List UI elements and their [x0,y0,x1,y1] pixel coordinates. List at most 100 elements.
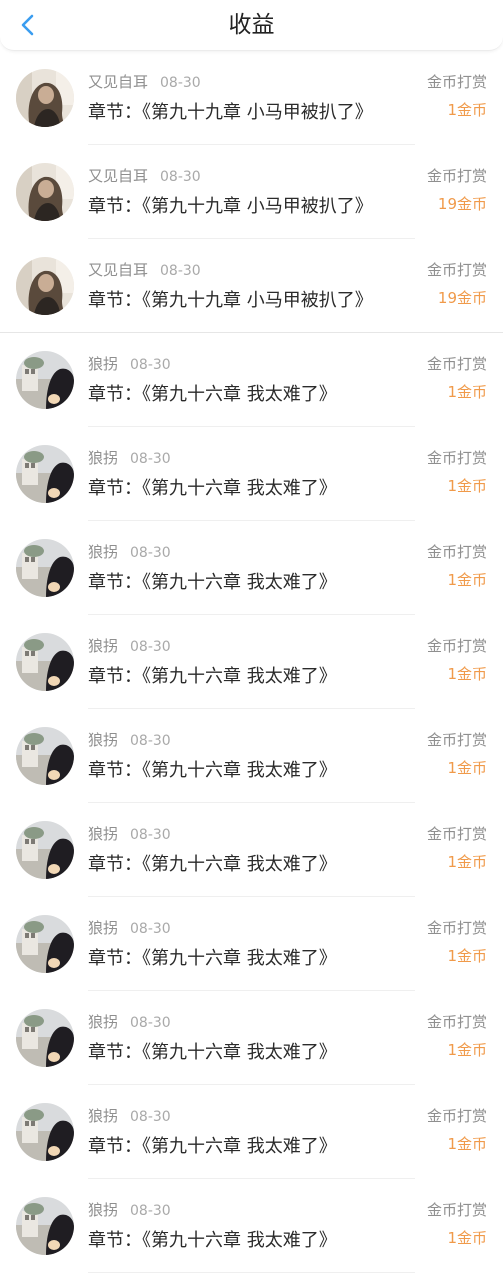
reward-type: 金币打赏 [426,1107,487,1125]
reward-amount: 1金币 [447,759,487,777]
reward-amount: 19金币 [437,289,487,307]
avatar[interactable] [16,633,74,691]
avatar-street-icon [16,821,74,879]
avatar[interactable] [16,69,74,127]
earnings-list: 又见自耳 08-30 章节：《第九十九章 小马甲被扒了》 金币打赏 1金币 又见自… [0,51,503,1273]
reward-amount: 1金币 [447,1229,487,1247]
avatar-street-icon [16,633,74,691]
avatar[interactable] [16,257,74,315]
chapter-title: 章节：《第九十九章 小马甲被扒了》 [88,196,373,217]
reward-amount: 1金币 [447,571,487,589]
user-name: 又见自耳 [88,261,149,279]
avatar[interactable] [16,1197,74,1255]
user-name: 狼拐 [88,543,119,561]
reward-amount: 1金币 [447,477,487,495]
top-bar: 收益 [0,0,503,51]
reward-amount: 1金币 [447,1041,487,1059]
user-name: 狼拐 [88,1107,119,1125]
avatar[interactable] [16,539,74,597]
list-item[interactable]: 狼拐 08-30 章节：《第九十六章 我太难了》 金币打赏 1金币 [0,521,503,615]
avatar-street-icon [16,351,74,409]
user-name: 狼拐 [88,355,119,373]
avatar-street-icon [16,445,74,503]
reward-type: 金币打赏 [426,261,487,279]
chapter-title: 章节：《第九十九章 小马甲被扒了》 [88,102,373,123]
chapter-title: 章节：《第九十六章 我太难了》 [88,854,337,875]
list-item[interactable]: 狼拐 08-30 章节：《第九十六章 我太难了》 金币打赏 1金币 [0,427,503,521]
chapter-title: 章节：《第九十六章 我太难了》 [88,1136,337,1157]
date-label: 08-30 [130,545,171,561]
date-label: 08-30 [130,1203,171,1219]
reward-amount: 19金币 [437,195,487,213]
avatar-street-icon [16,539,74,597]
list-item[interactable]: 狼拐 08-30 章节：《第九十六章 我太难了》 金币打赏 1金币 [0,803,503,897]
list-item[interactable]: 狼拐 08-30 章节：《第九十六章 我太难了》 金币打赏 1金币 [0,1179,503,1273]
avatar[interactable] [16,1103,74,1161]
reward-type: 金币打赏 [426,73,487,91]
avatar[interactable] [16,163,74,221]
chapter-title: 章节：《第九十六章 我太难了》 [88,1230,337,1251]
list-item[interactable]: 又见自耳 08-30 章节：《第九十九章 小马甲被扒了》 金币打赏 1金币 [0,51,503,145]
reward-type: 金币打赏 [426,167,487,185]
list-item[interactable]: 又见自耳 08-30 章节：《第九十九章 小马甲被扒了》 金币打赏 19金币 [0,239,503,333]
date-label: 08-30 [130,451,171,467]
date-label: 08-30 [130,733,171,749]
chapter-title: 章节：《第九十六章 我太难了》 [88,384,337,405]
avatar-street-icon [16,727,74,785]
avatar[interactable] [16,1009,74,1067]
avatar-woman-icon [16,69,74,127]
reward-type: 金币打赏 [426,637,487,655]
list-item[interactable]: 狼拐 08-30 章节：《第九十六章 我太难了》 金币打赏 1金币 [0,1085,503,1179]
list-item[interactable]: 狼拐 08-30 章节：《第九十六章 我太难了》 金币打赏 1金币 [0,333,503,427]
user-name: 狼拐 [88,1013,119,1031]
user-name: 狼拐 [88,1201,119,1219]
reward-amount: 1金币 [447,947,487,965]
reward-type: 金币打赏 [426,543,487,561]
avatar-woman-icon [16,257,74,315]
list-item[interactable]: 狼拐 08-30 章节：《第九十六章 我太难了》 金币打赏 1金币 [0,615,503,709]
avatar-woman-icon [16,163,74,221]
avatar-street-icon [16,1103,74,1161]
reward-amount: 1金币 [447,853,487,871]
date-label: 08-30 [160,169,201,185]
date-label: 08-30 [160,75,201,91]
avatar[interactable] [16,445,74,503]
date-label: 08-30 [160,263,201,279]
chapter-title: 章节：《第九十六章 我太难了》 [88,760,337,781]
list-item[interactable]: 狼拐 08-30 章节：《第九十六章 我太难了》 金币打赏 1金币 [0,991,503,1085]
user-name: 狼拐 [88,449,119,467]
date-label: 08-30 [130,1109,171,1125]
chapter-title: 章节：《第九十六章 我太难了》 [88,948,337,969]
user-name: 狼拐 [88,637,119,655]
avatar-street-icon [16,915,74,973]
reward-amount: 1金币 [447,383,487,401]
reward-type: 金币打赏 [426,355,487,373]
date-label: 08-30 [130,357,171,373]
avatar[interactable] [16,821,74,879]
chapter-title: 章节：《第九十六章 我太难了》 [88,478,337,499]
avatar-street-icon [16,1197,74,1255]
user-name: 又见自耳 [88,73,149,91]
reward-amount: 1金币 [447,101,487,119]
chapter-title: 章节：《第九十九章 小马甲被扒了》 [88,290,373,311]
reward-type: 金币打赏 [426,919,487,937]
page-title: 收益 [228,12,275,38]
avatar-street-icon [16,1009,74,1067]
reward-type: 金币打赏 [426,449,487,467]
date-label: 08-30 [130,1015,171,1031]
list-item[interactable]: 又见自耳 08-30 章节：《第九十九章 小马甲被扒了》 金币打赏 19金币 [0,145,503,239]
user-name: 狼拐 [88,825,119,843]
avatar[interactable] [16,727,74,785]
reward-type: 金币打赏 [426,1201,487,1219]
user-name: 狼拐 [88,731,119,749]
user-name: 狼拐 [88,919,119,937]
reward-type: 金币打赏 [426,825,487,843]
chapter-title: 章节：《第九十六章 我太难了》 [88,666,337,687]
avatar[interactable] [16,915,74,973]
chapter-title: 章节：《第九十六章 我太难了》 [88,1042,337,1063]
reward-amount: 1金币 [447,1135,487,1153]
chapter-title: 章节：《第九十六章 我太难了》 [88,572,337,593]
avatar[interactable] [16,351,74,409]
list-item[interactable]: 狼拐 08-30 章节：《第九十六章 我太难了》 金币打赏 1金币 [0,897,503,991]
list-item[interactable]: 狼拐 08-30 章节：《第九十六章 我太难了》 金币打赏 1金币 [0,709,503,803]
